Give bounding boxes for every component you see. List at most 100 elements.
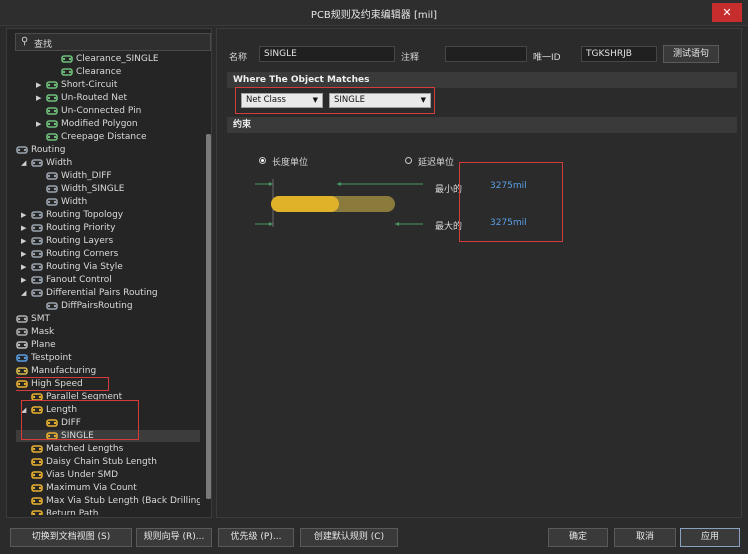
rule-wizard-button[interactable]: 规则向导 (R)... xyxy=(136,528,212,547)
expanded-arrow-icon[interactable]: ◢ xyxy=(21,157,26,169)
tree-item-label: Clearance xyxy=(76,67,122,77)
tree-item[interactable]: Clearance xyxy=(16,66,200,78)
tree-item[interactable]: Max Via Stub Length (Back Drilling) xyxy=(16,495,200,507)
collapsed-arrow-icon[interactable]: ▶ xyxy=(36,92,41,104)
tree-item[interactable]: ▶ Routing Via Style xyxy=(16,261,200,273)
name-input[interactable]: SINGLE xyxy=(259,46,395,62)
comment-input[interactable] xyxy=(445,46,527,62)
tree-item[interactable]: ◢ Differential Pairs Routing xyxy=(16,287,200,299)
tree-item[interactable]: ▶ Routing Corners xyxy=(16,248,200,260)
tree-item[interactable]: Clearance_SINGLE xyxy=(16,53,200,65)
tree-item[interactable]: ▶SMT xyxy=(16,313,200,325)
unique-id-input[interactable]: TGKSHRJB xyxy=(581,46,657,62)
tree-item[interactable]: Width_DIFF xyxy=(16,170,200,182)
chevron-down-icon: ▼ xyxy=(420,96,426,104)
length-diagram xyxy=(255,179,423,227)
tree-item-label: Manufacturing xyxy=(31,366,97,376)
collapsed-arrow-icon[interactable]: ▶ xyxy=(36,79,41,91)
tree-item[interactable]: Matched Lengths xyxy=(16,443,200,455)
tree-item[interactable]: Maximum Via Count xyxy=(16,482,200,494)
min-arrowhead-left xyxy=(269,182,273,186)
collapsed-arrow-icon[interactable]: ▶ xyxy=(36,118,41,130)
routing-icon xyxy=(46,184,58,194)
unique-id-label: 唯一ID xyxy=(533,53,561,63)
tree-item[interactable]: ▶ Modified Polygon xyxy=(16,118,200,130)
tree-item-label: Short-Circuit xyxy=(61,80,118,90)
collapsed-arrow-icon[interactable]: ▶ xyxy=(21,274,26,286)
length-units-label: 长度单位 xyxy=(272,158,309,168)
tree-item[interactable]: ▶Mask xyxy=(16,326,200,338)
tree-item-label: Clearance_SINGLE xyxy=(76,54,159,64)
tree-item[interactable]: Un-Connected Pin xyxy=(16,105,200,117)
tree-item[interactable]: ▶ Routing Layers xyxy=(16,235,200,247)
tree-item[interactable]: ▶ Routing Priority xyxy=(16,222,200,234)
priorities-button[interactable]: 优先级 (P)... xyxy=(218,528,294,547)
tree-item[interactable]: Creepage Distance xyxy=(16,131,200,143)
tree-item[interactable]: ▶Manufacturing xyxy=(16,365,200,377)
constraints-section-header: 约束 xyxy=(227,117,737,133)
rule-icon xyxy=(46,106,58,116)
routing-icon xyxy=(16,145,28,155)
apply-button[interactable]: 应用 xyxy=(680,528,740,547)
tree-item-label: Routing Priority xyxy=(46,223,116,233)
highspeed-icon xyxy=(31,470,43,480)
tree-item-label: Routing Via Style xyxy=(46,262,123,272)
min-arrowhead-right xyxy=(337,182,341,186)
length-units-radio[interactable] xyxy=(259,157,266,164)
tree-item[interactable]: ▶Testpoint xyxy=(16,352,200,364)
tree-scrollbar[interactable] xyxy=(206,134,211,499)
tree-item-label: Differential Pairs Routing xyxy=(46,288,158,298)
tree-item[interactable]: ▶ Routing Topology xyxy=(16,209,200,221)
tree-item[interactable]: ◢ Width xyxy=(16,157,200,169)
tree-item[interactable]: ▶ Un-Routed Net xyxy=(16,92,200,104)
rule-editor-panel: 名称 SINGLE 注释 唯一ID TGKSHRJB 测试语句 Where Th… xyxy=(216,28,742,518)
routing-icon xyxy=(46,171,58,181)
net-class-dropdown[interactable]: SINGLE ▼ xyxy=(329,93,431,108)
routing-icon xyxy=(31,288,43,298)
tree-item[interactable]: Return Path xyxy=(16,508,200,515)
highspeed-icon xyxy=(31,457,43,467)
collapsed-arrow-icon[interactable]: ▶ xyxy=(21,222,26,234)
rule-icon xyxy=(61,67,73,77)
tree-item-label: Width_SINGLE xyxy=(61,184,125,194)
tree-item[interactable]: ▶ Short-Circuit xyxy=(16,79,200,91)
test-query-button[interactable]: 测试语句 xyxy=(663,45,719,63)
delay-units-radio[interactable] xyxy=(405,157,412,164)
tree-item[interactable]: ◢Routing xyxy=(16,144,200,156)
min-length-bar xyxy=(271,196,339,212)
name-label: 名称 xyxy=(229,53,248,63)
tree-item-label: Return Path xyxy=(46,509,99,515)
collapsed-arrow-icon[interactable]: ▶ xyxy=(21,248,26,260)
smt-icon xyxy=(16,314,28,324)
delay-units-label: 延迟单位 xyxy=(418,158,455,168)
collapsed-arrow-icon[interactable]: ▶ xyxy=(21,261,26,273)
expanded-arrow-icon[interactable]: ◢ xyxy=(21,287,26,299)
object-type-dropdown[interactable]: Net Class ▼ xyxy=(241,93,323,108)
tree-item-label: Routing Topology xyxy=(46,210,124,220)
tree-item[interactable]: Width_SINGLE xyxy=(16,183,200,195)
highlight-length-box xyxy=(21,400,139,440)
search-input[interactable]: ⚲ 查找 xyxy=(15,33,211,51)
collapsed-arrow-icon[interactable]: ▶ xyxy=(21,235,26,247)
tree-item[interactable]: ▶ Fanout Control xyxy=(16,274,200,286)
rule-icon xyxy=(61,54,73,64)
mask-icon xyxy=(16,327,28,337)
create-default-rules-button[interactable]: 创建默认规则 (C) xyxy=(300,528,398,547)
tree-item-label: Width xyxy=(46,158,73,168)
tree-item[interactable]: ▶Plane xyxy=(16,339,200,351)
ok-button[interactable]: 确定 xyxy=(548,528,608,547)
tree-item[interactable]: Vias Under SMD xyxy=(16,469,200,481)
collapsed-arrow-icon[interactable]: ▶ xyxy=(21,209,26,221)
rule-icon xyxy=(46,119,58,129)
cancel-button[interactable]: 取消 xyxy=(614,528,676,547)
tree-item-label: Un-Routed Net xyxy=(61,93,128,103)
max-length-value[interactable]: 3275mil xyxy=(490,218,527,228)
tree-item[interactable]: Width xyxy=(16,196,200,208)
switch-to-document-view-button[interactable]: 切换到文档视图 (S) xyxy=(10,528,132,547)
tree-scrollbar-thumb[interactable] xyxy=(206,134,211,499)
tree-item-label: Width xyxy=(61,197,88,207)
tree-item[interactable]: DiffPairsRouting xyxy=(16,300,200,312)
min-length-value[interactable]: 3275mil xyxy=(490,181,527,191)
tree-item[interactable]: Daisy Chain Stub Length xyxy=(16,456,200,468)
close-button[interactable]: ✕ xyxy=(712,3,742,22)
